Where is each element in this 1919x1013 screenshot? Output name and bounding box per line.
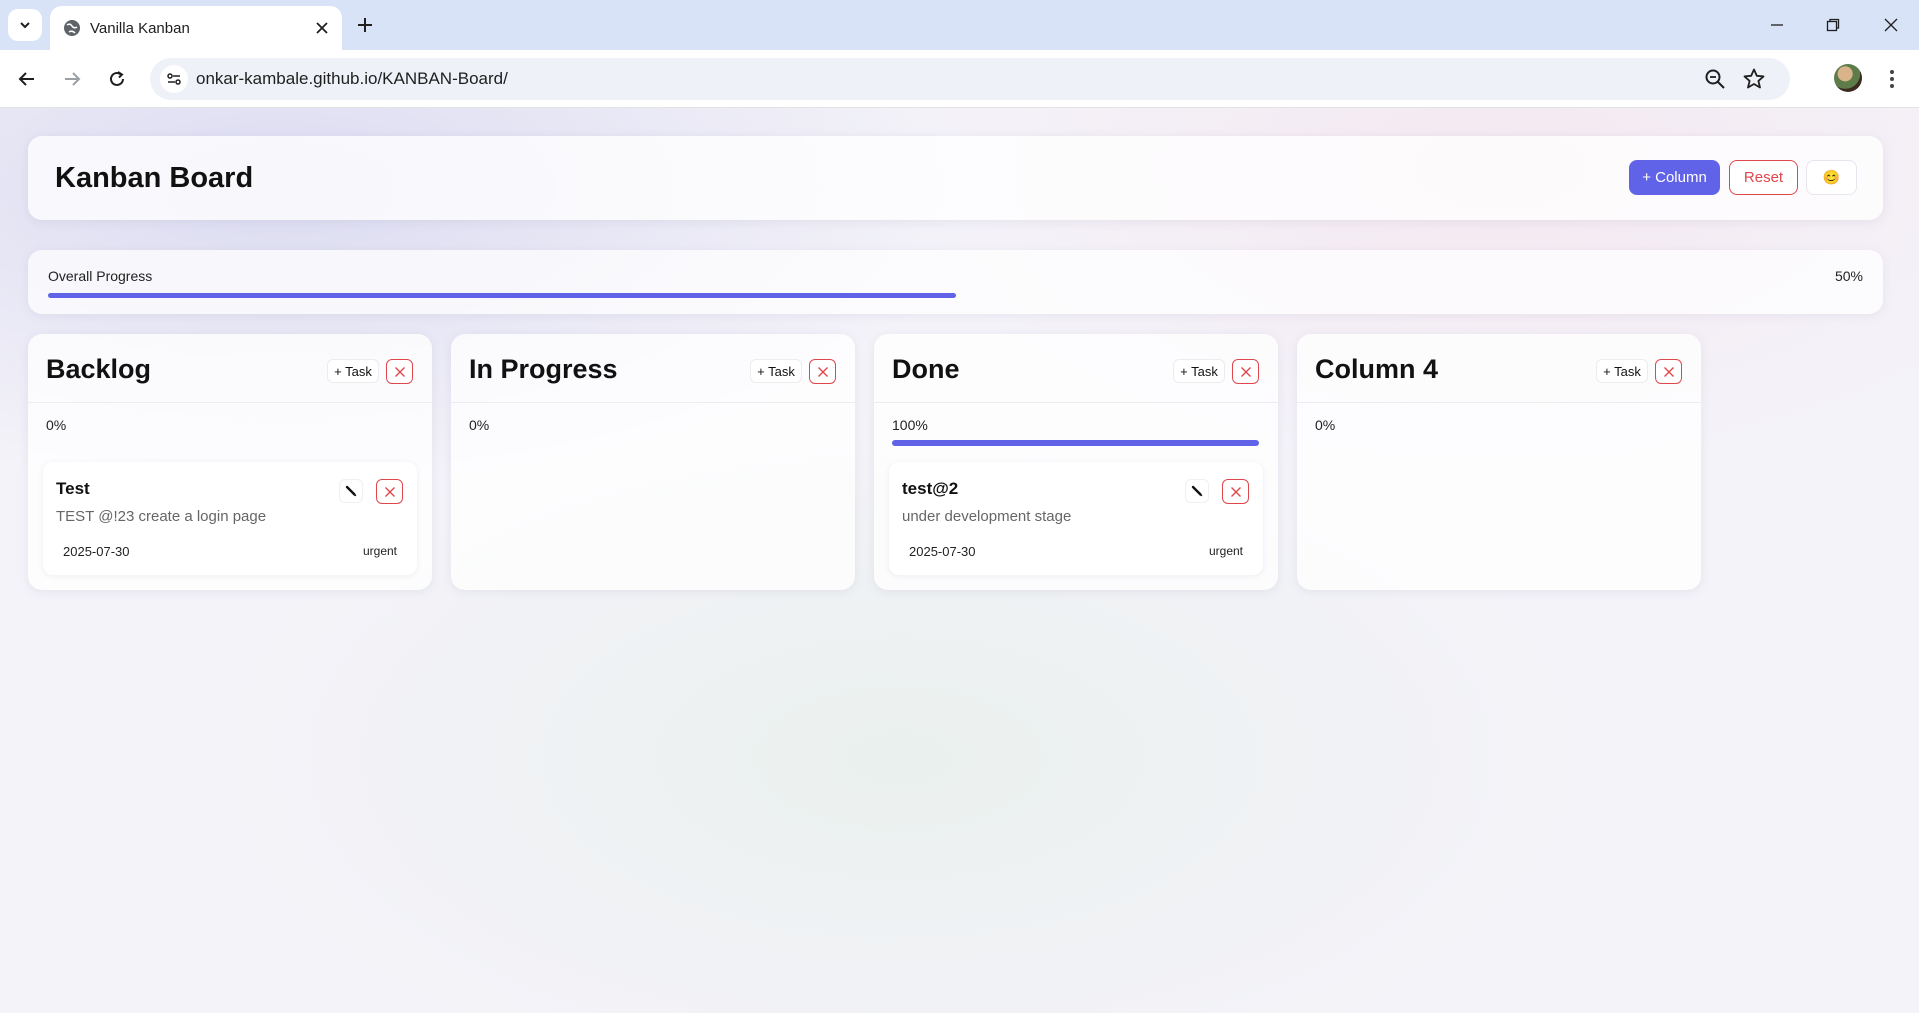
- column-progress-bar: [46, 440, 413, 446]
- task-due-date: 2025-07-30: [63, 544, 130, 559]
- column-progress-percent: 100%: [892, 417, 928, 433]
- column-title: Backlog: [46, 354, 152, 384]
- add-task-button[interactable]: + Task: [1173, 359, 1225, 383]
- reload-icon: [110, 71, 124, 86]
- delete-task-button[interactable]: [1222, 479, 1249, 504]
- overall-progress-bar: [48, 293, 1863, 298]
- column-progress-bar: [1315, 440, 1682, 446]
- site-settings-icon[interactable]: [160, 65, 188, 93]
- task-card[interactable]: Test TEST @!23 create a login page 2025-…: [43, 462, 417, 575]
- reload-button[interactable]: [102, 64, 132, 94]
- overall-progress-fill: [48, 293, 956, 298]
- board-header: Kanban Board + Column Reset 😊: [28, 136, 1883, 220]
- restore-icon: [1826, 18, 1840, 32]
- close-tab-icon[interactable]: [312, 18, 332, 38]
- emoji-face-icon: 😊: [1822, 169, 1841, 185]
- column-progress-bar: [892, 440, 1259, 446]
- close-icon: [817, 366, 828, 377]
- column-title: In Progress: [469, 354, 618, 384]
- tab-search-button[interactable]: [8, 9, 42, 41]
- column-done: Done + Task 100% test@2 under developmen…: [874, 334, 1278, 590]
- task-priority: urgent: [1208, 544, 1243, 558]
- new-tab-button[interactable]: [352, 12, 378, 38]
- column-header: Backlog + Task: [28, 334, 432, 403]
- browser-tab[interactable]: Vanilla Kanban: [50, 6, 342, 50]
- close-icon: [394, 366, 405, 377]
- close-window-button[interactable]: [1876, 10, 1906, 40]
- bookmark-star-icon[interactable]: [1742, 67, 1766, 91]
- theme-toggle-button[interactable]: 😊: [1806, 160, 1857, 195]
- overall-progress-label: Overall Progress: [48, 268, 153, 284]
- close-icon: [1230, 486, 1241, 497]
- column-title: Done: [892, 354, 960, 384]
- task-due-date: 2025-07-30: [909, 544, 976, 559]
- task-title: test@2: [902, 479, 959, 498]
- delete-column-button[interactable]: [809, 359, 836, 384]
- url-text[interactable]: onkar-kambale.github.io/KANBAN-Board/: [196, 69, 508, 89]
- overall-progress-percent: 50%: [1834, 268, 1863, 284]
- column-header: Column 4 + Task: [1297, 334, 1701, 403]
- chevron-down-icon: [20, 22, 30, 29]
- pencil-icon: [1191, 485, 1203, 497]
- column-title: Column 4: [1315, 354, 1439, 384]
- task-description: under development stage: [902, 508, 1072, 525]
- column-progress-percent: 0%: [1315, 417, 1336, 433]
- globe-icon: [64, 20, 80, 36]
- edit-task-button[interactable]: [1185, 479, 1209, 503]
- close-icon: [1663, 366, 1674, 377]
- column-in-progress: In Progress + Task 0%: [451, 334, 855, 590]
- arrow-left-icon: [18, 72, 34, 86]
- column-header: In Progress + Task: [451, 334, 855, 403]
- delete-column-button[interactable]: [386, 359, 413, 384]
- add-column-button[interactable]: + Column: [1629, 160, 1720, 195]
- column-progress-bar: [469, 440, 836, 446]
- task-description: TEST @!23 create a login page: [56, 508, 267, 525]
- delete-column-button[interactable]: [1232, 359, 1259, 384]
- close-icon: [384, 486, 395, 497]
- tab-title: Vanilla Kanban: [90, 20, 190, 37]
- kanban-page: Kanban Board + Column Reset 😊 Overall Pr…: [0, 108, 1919, 1013]
- reset-button[interactable]: Reset: [1729, 160, 1798, 195]
- task-title: Test: [56, 479, 90, 498]
- delete-column-button[interactable]: [1655, 359, 1682, 384]
- plus-icon: [358, 18, 372, 32]
- column-4: Column 4 + Task 0%: [1297, 334, 1701, 590]
- close-icon: [1884, 18, 1898, 32]
- browser-menu-icon[interactable]: [1880, 64, 1904, 94]
- page-title: Kanban Board: [55, 162, 254, 194]
- minimize-icon: [1771, 24, 1783, 26]
- arrow-right-icon: [65, 72, 81, 86]
- back-button[interactable]: [12, 64, 42, 94]
- delete-task-button[interactable]: [376, 479, 403, 504]
- column-header: Done + Task: [874, 334, 1278, 403]
- close-icon: [1240, 366, 1251, 377]
- add-task-button[interactable]: + Task: [1596, 359, 1648, 383]
- zoom-icon[interactable]: [1704, 68, 1726, 90]
- pencil-icon: [345, 485, 357, 497]
- task-card[interactable]: test@2 under development stage 2025-07-3…: [889, 462, 1263, 575]
- minimize-window-button[interactable]: [1762, 10, 1792, 40]
- restore-window-button[interactable]: [1818, 10, 1848, 40]
- profile-avatar[interactable]: [1834, 64, 1862, 92]
- forward-button[interactable]: [57, 64, 87, 94]
- column-progress-percent: 0%: [469, 417, 490, 433]
- browser-toolbar: onkar-kambale.github.io/KANBAN-Board/: [0, 50, 1919, 108]
- column-progress-percent: 0%: [46, 417, 67, 433]
- edit-task-button[interactable]: [339, 479, 363, 503]
- column-backlog: Backlog + Task 0% Test TEST @!23 create …: [28, 334, 432, 590]
- add-task-button[interactable]: + Task: [327, 359, 379, 383]
- browser-tab-bar: Vanilla Kanban: [0, 0, 1919, 50]
- add-task-button[interactable]: + Task: [750, 359, 802, 383]
- task-priority: urgent: [362, 544, 397, 558]
- overall-progress: Overall Progress 50%: [28, 250, 1883, 314]
- address-bar[interactable]: onkar-kambale.github.io/KANBAN-Board/: [150, 58, 1790, 100]
- column-progress-fill: [892, 440, 1259, 446]
